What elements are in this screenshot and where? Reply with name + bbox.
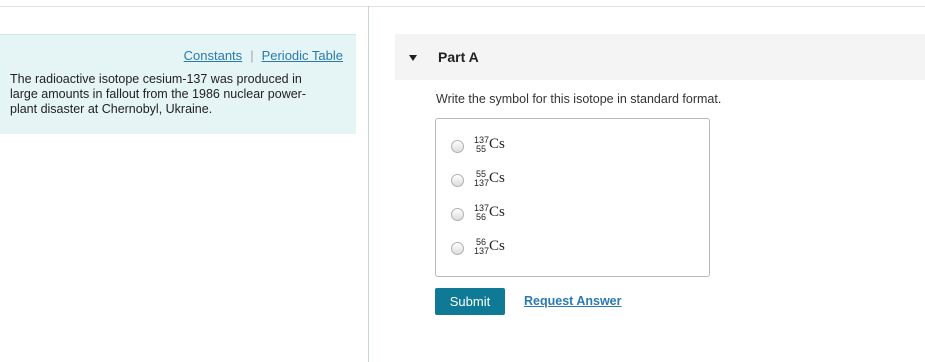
link-separator: |: [250, 48, 254, 63]
request-answer-link[interactable]: Request Answer: [524, 294, 621, 308]
element-symbol: Cs: [489, 170, 505, 186]
element-symbol: Cs: [489, 238, 505, 254]
mass-atomic-numbers: 137 56: [474, 204, 489, 222]
top-divider: [0, 6, 925, 7]
part-title: Part A: [438, 49, 479, 65]
option-2[interactable]: 55 137 Cs: [451, 167, 571, 193]
option-4[interactable]: 56 137 Cs: [451, 235, 571, 261]
radio-button[interactable]: [451, 140, 464, 153]
part-a-header[interactable]: Part A: [395, 34, 925, 80]
element-symbol: Cs: [489, 204, 505, 220]
resource-links: Constants | Periodic Table: [184, 48, 343, 63]
subscript-number: 137: [474, 178, 490, 188]
element-symbol: Cs: [489, 136, 505, 152]
problem-text: The radioactive isotope cesium-137 was p…: [10, 72, 306, 116]
radio-button[interactable]: [451, 242, 464, 255]
subscript-number: 137: [474, 246, 490, 256]
option-3[interactable]: 137 56 Cs: [451, 201, 571, 227]
radio-button[interactable]: [451, 208, 464, 221]
caret-down-icon: [409, 55, 417, 61]
problem-panel: Constants | Periodic Table The radioactive…: [0, 34, 356, 134]
answer-options: 137 55 Cs 55 137 Cs 137 56 Cs 56 137 Cs: [435, 118, 710, 277]
radio-button[interactable]: [451, 174, 464, 187]
question-text: Write the symbol for this isotope in sta…: [436, 92, 722, 106]
isotope-notation: 55 137 Cs: [474, 167, 534, 193]
subscript-number: 55: [475, 144, 486, 154]
isotope-notation: 137 55 Cs: [474, 133, 534, 159]
submit-button[interactable]: Submit: [435, 288, 505, 315]
constants-link[interactable]: Constants: [184, 48, 243, 63]
mass-atomic-numbers: 56 137: [474, 238, 490, 256]
mass-atomic-numbers: 137 55: [474, 136, 489, 154]
isotope-notation: 56 137 Cs: [474, 235, 534, 261]
column-divider: [368, 6, 369, 362]
isotope-notation: 137 56 Cs: [474, 201, 534, 227]
subscript-number: 56: [475, 212, 486, 222]
periodic-table-link[interactable]: Periodic Table: [262, 48, 343, 63]
option-1[interactable]: 137 55 Cs: [451, 133, 571, 159]
mass-atomic-numbers: 55 137: [474, 170, 490, 188]
